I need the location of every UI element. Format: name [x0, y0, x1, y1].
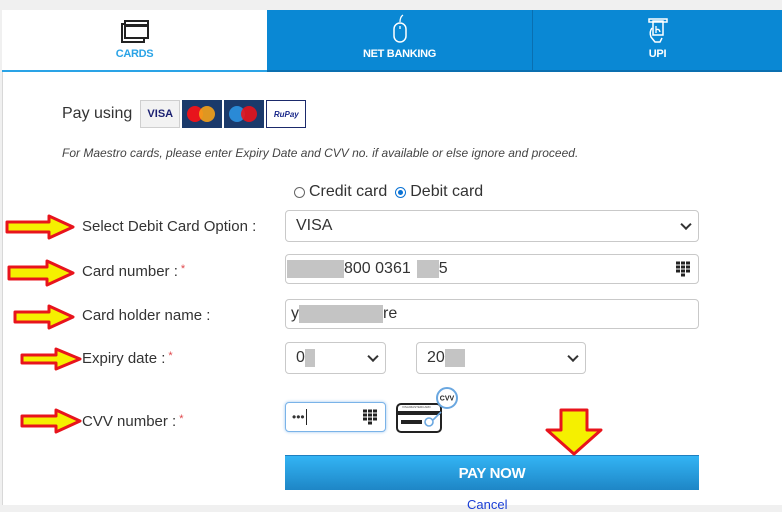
required-mark: * — [179, 413, 184, 425]
expiry-label: Expiry date : * — [82, 350, 173, 367]
expiry-month-value: 0 — [296, 349, 305, 366]
annotation-arrow-right — [20, 408, 82, 434]
annotation-arrow-right — [5, 214, 75, 240]
required-mark: * — [168, 350, 173, 362]
annotation-arrow-right — [13, 304, 75, 330]
maestro-note: For Maestro cards, please enter Expiry D… — [62, 146, 579, 160]
virtual-keypad-icon[interactable] — [676, 261, 690, 277]
credit-card-radio[interactable] — [294, 186, 305, 198]
tab-label: NET BANKING — [362, 48, 437, 60]
cvv-help-icon[interactable]: VISA/MASTERCARD CVV — [394, 384, 464, 436]
mastercard-logo — [182, 100, 223, 128]
upi-hand-icon — [647, 14, 669, 44]
card-holder-input[interactable]: y re — [285, 299, 699, 329]
cvv-help-card-text: VISA/MASTERCARD — [402, 405, 432, 409]
chevron-down-icon — [567, 350, 579, 363]
payment-method-tabs: CARDS NET BANKING UPI — [2, 10, 782, 72]
redacted-block — [444, 349, 465, 367]
annotation-arrow-down — [545, 408, 603, 456]
label-text: Select Debit Card Option : — [82, 218, 257, 235]
expiry-month-select[interactable]: 0 — [285, 342, 386, 374]
expiry-year-select[interactable]: 20 — [416, 342, 586, 374]
redacted-block — [416, 260, 439, 278]
mouse-icon — [392, 14, 408, 44]
label-text: Expiry date : — [82, 350, 166, 367]
text-cursor — [305, 409, 307, 425]
cvv-input[interactable]: ••• — [285, 402, 386, 432]
rupay-logo: RuPay — [266, 100, 307, 128]
tab-upi[interactable]: UPI — [533, 10, 782, 72]
credit-card-icon — [120, 14, 149, 44]
maestro-logo — [224, 100, 265, 128]
tab-cards[interactable]: CARDS — [2, 10, 267, 72]
visa-logo: VISA — [140, 100, 181, 128]
annotation-arrow-right — [20, 347, 82, 371]
card-holder-label: Card holder name : — [82, 307, 210, 324]
annotation-arrow-right — [7, 259, 75, 287]
label-text: Card holder name : — [82, 307, 211, 324]
required-mark: * — [180, 263, 186, 275]
label-text: Card number : — [82, 263, 178, 280]
cvv-value: ••• — [292, 410, 305, 424]
card-number-label: Card number : * — [82, 263, 185, 280]
virtual-keypad-icon[interactable] — [363, 409, 377, 425]
card-number-visible: 800 0361 — [344, 260, 411, 277]
redacted-block — [299, 305, 383, 323]
card-number-tail: 5 — [438, 260, 448, 277]
pay-using-row: Pay using VISA RuPay — [62, 100, 308, 128]
expiry-year-value: 20 — [427, 349, 445, 366]
card-option-select[interactable]: VISA — [285, 210, 699, 242]
card-option-label: Select Debit Card Option : — [82, 218, 256, 235]
credit-card-radio-label[interactable]: Credit card — [309, 183, 387, 201]
card-option-value: VISA — [296, 217, 333, 234]
pay-now-button[interactable]: PAY NOW — [285, 455, 699, 490]
card-number-input[interactable]: 800 0361 5 — [285, 254, 699, 284]
chevron-down-icon — [680, 218, 692, 231]
chevron-down-icon — [367, 350, 379, 363]
cvv-badge-text: CVV — [440, 396, 455, 403]
cvv-label: CVV number : * — [82, 413, 184, 430]
card-holder-head: y — [291, 305, 299, 322]
debit-card-radio[interactable] — [395, 186, 407, 198]
tab-net-banking[interactable]: NET BANKING — [267, 10, 533, 72]
tab-label: CARDS — [115, 48, 154, 60]
pay-using-label: Pay using — [62, 105, 133, 122]
card-holder-tail: re — [383, 305, 398, 322]
cancel-link[interactable]: Cancel — [467, 497, 507, 512]
tab-label: UPI — [648, 48, 667, 60]
redacted-block — [304, 349, 315, 367]
debit-card-radio-label[interactable]: Debit card — [410, 183, 483, 201]
redacted-block — [287, 260, 344, 278]
card-type-radio-group: Credit card Debit card — [294, 183, 491, 201]
label-text: CVV number : — [82, 413, 177, 430]
